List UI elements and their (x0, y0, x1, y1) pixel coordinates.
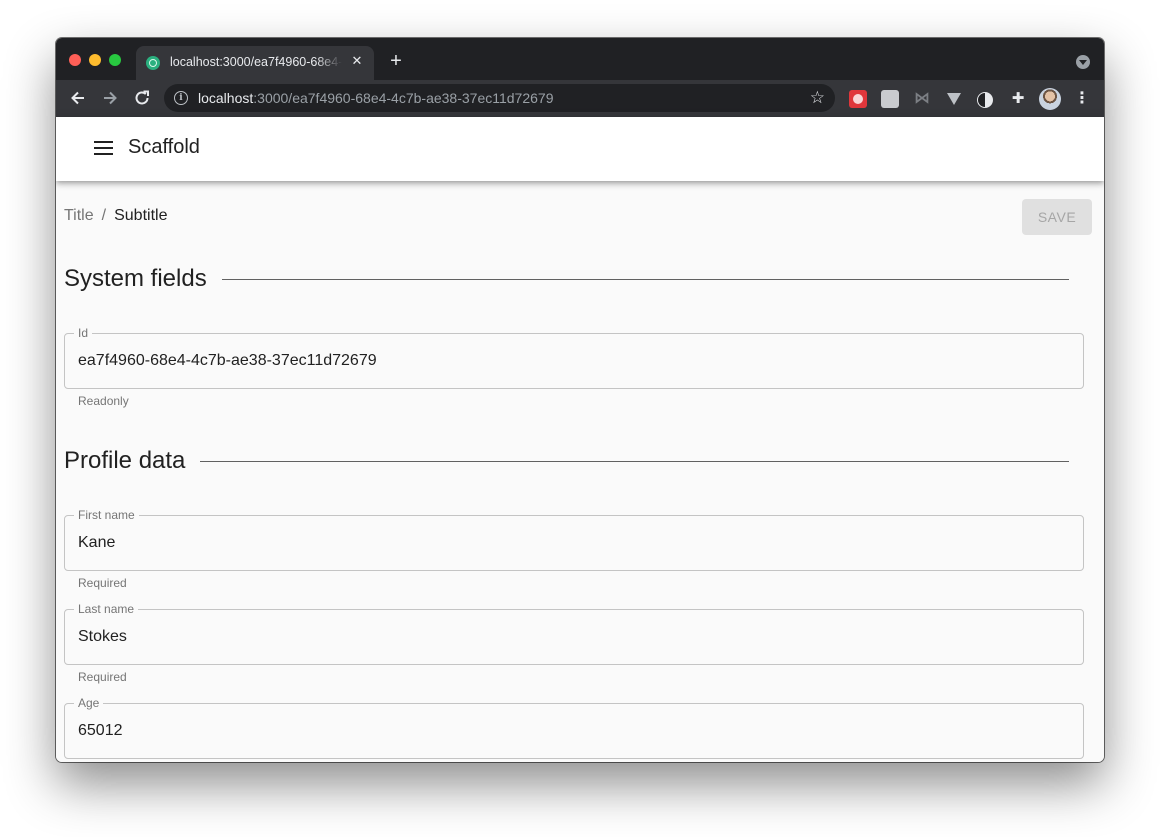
main-content: Title / Subtitle SAVE System fields Id ea7… (56, 181, 1104, 762)
maximize-window-button[interactable] (109, 54, 121, 66)
app-bar: Scaffold (56, 117, 1104, 181)
tab-close-icon[interactable]: ✕ (348, 52, 366, 70)
forward-arrow-icon[interactable] (100, 88, 120, 108)
age-field[interactable]: Age 65012 (64, 696, 1084, 759)
hamburger-menu-icon[interactable] (94, 141, 113, 155)
first-name-helper: Required (78, 576, 127, 590)
last-name-value[interactable]: Stokes (78, 628, 127, 646)
reload-icon[interactable] (132, 88, 152, 108)
first-name-label: First name (74, 508, 139, 522)
breadcrumb-separator: / (101, 207, 107, 224)
browser-window: localhost:3000/ea7f4960-68e4-4c7b-ae38-3… (56, 38, 1104, 762)
dark-mode-icon[interactable] (977, 92, 993, 108)
url-path: :3000/ea7f4960-68e4-4c7b-ae38-37ec11d726… (253, 90, 554, 106)
id-field-value[interactable]: ea7f4960-68e4-4c7b-ae38-37ec11d72679 (78, 352, 377, 370)
profile-avatar[interactable] (1039, 88, 1061, 110)
app-title: Scaffold (128, 136, 200, 158)
vue-devtools-icon[interactable] (945, 90, 963, 108)
last-name-helper: Required (78, 670, 127, 684)
id-field-label: Id (74, 326, 93, 340)
back-arrow-icon[interactable] (68, 88, 88, 108)
first-name-field[interactable]: First name Kane (64, 508, 1084, 571)
last-name-label: Last name (74, 602, 139, 616)
age-label: Age (74, 696, 104, 710)
section-divider (221, 278, 1069, 280)
window-controls (69, 54, 121, 66)
section-title: System fields (64, 265, 207, 292)
browser-menu-icon[interactable]: ⋮ (1074, 89, 1090, 109)
extensions-puzzle-icon[interactable]: ✚ (1009, 90, 1027, 108)
extension-icon[interactable] (849, 90, 867, 108)
address-bar[interactable]: i localhost:3000/ea7f4960-68e4-4c7b-ae38… (164, 84, 835, 112)
section-header-profile: Profile data (64, 447, 1069, 475)
extension-icon[interactable]: ⋈ (913, 90, 931, 108)
favicon-icon (146, 56, 160, 70)
save-button[interactable]: SAVE (1022, 199, 1092, 235)
section-title: Profile data (64, 447, 186, 474)
minimize-window-button[interactable] (89, 54, 101, 66)
url-text[interactable]: localhost:3000/ea7f4960-68e4-4c7b-ae38-3… (198, 90, 554, 106)
tab-title: localhost:3000/ea7f4960-68e4-4c7b-ae38-3… (170, 55, 342, 69)
url-host: localhost (198, 90, 254, 106)
id-field[interactable]: Id ea7f4960-68e4-4c7b-ae38-37ec11d72679 (64, 326, 1084, 389)
bookmark-star-icon[interactable]: ☆ (810, 88, 825, 108)
breadcrumb: Title / Subtitle (64, 207, 167, 225)
id-field-helper: Readonly (78, 394, 129, 408)
breadcrumb-subtitle: Subtitle (114, 207, 168, 224)
last-name-field[interactable]: Last name Stokes (64, 602, 1084, 665)
browser-tab-active[interactable]: localhost:3000/ea7f4960-68e4-4c7b-ae38-3… (136, 46, 374, 80)
last-name-outline (64, 609, 1084, 665)
browser-toolbar: i localhost:3000/ea7f4960-68e4-4c7b-ae38… (56, 80, 1104, 117)
tab-search-icon[interactable] (1076, 55, 1090, 69)
age-value[interactable]: 65012 (78, 722, 123, 740)
section-header-system: System fields (64, 265, 1069, 293)
close-window-button[interactable] (69, 54, 81, 66)
extension-icon[interactable] (881, 90, 899, 108)
section-divider (200, 460, 1069, 462)
age-outline (64, 703, 1084, 759)
new-tab-button[interactable]: + (386, 51, 406, 71)
first-name-value[interactable]: Kane (78, 534, 115, 552)
first-name-outline (64, 515, 1084, 571)
tab-strip: localhost:3000/ea7f4960-68e4-4c7b-ae38-3… (56, 38, 1104, 80)
site-info-icon[interactable]: i (174, 91, 188, 105)
breadcrumb-title[interactable]: Title (64, 207, 94, 224)
